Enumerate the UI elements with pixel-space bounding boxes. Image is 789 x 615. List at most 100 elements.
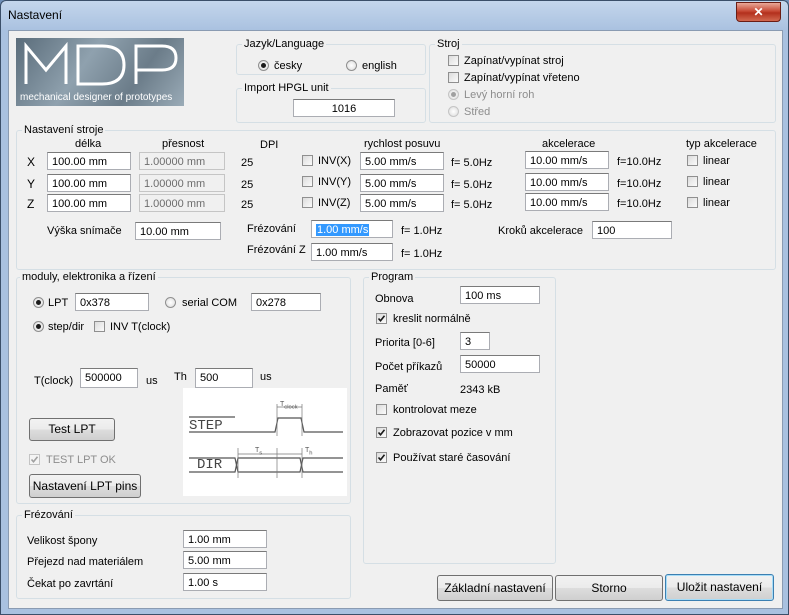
axis-x-label: X bbox=[27, 155, 36, 169]
axis-x-freq: f= 5.0Hz bbox=[451, 157, 493, 169]
dpi-header: DPI bbox=[260, 139, 279, 151]
axis-x-accel-input[interactable]: 10.00 mm/s bbox=[525, 151, 609, 169]
priority-input[interactable]: 3 bbox=[460, 332, 490, 350]
show-pos-mm-label[interactable]: Zobrazovat pozice v mm bbox=[393, 426, 513, 440]
machine-group: Stroj Zapínat/vypínat stroj Zapínat/vypí… bbox=[429, 38, 776, 123]
over-material-input[interactable]: 5.00 mm bbox=[183, 551, 267, 569]
accel-header: akcelerace bbox=[542, 138, 596, 150]
priority-label: Priorita [0-6] bbox=[375, 337, 435, 349]
accel-steps-input[interactable]: 100 bbox=[592, 221, 672, 239]
czech-label[interactable]: česky bbox=[274, 59, 302, 73]
dir-signal-label: DIR bbox=[197, 457, 223, 473]
axis-y-length-input[interactable]: 100.00 mm bbox=[47, 174, 131, 192]
milling-z-speed-input[interactable]: 1.00 mm/s bbox=[311, 243, 393, 261]
axis-x-inv-label[interactable]: INV(X) bbox=[318, 154, 351, 168]
axis-y-inv-checkbox[interactable] bbox=[302, 176, 313, 187]
accel-steps-label: Kroků akcelerace bbox=[498, 225, 583, 237]
axis-y-accel-freq: f=10.0Hz bbox=[617, 178, 662, 190]
axis-y-linear-checkbox[interactable] bbox=[687, 176, 698, 187]
hpgl-unit-input[interactable]: 1016 bbox=[293, 99, 395, 117]
axis-x-linear-checkbox[interactable] bbox=[687, 155, 698, 166]
old-timing-checkbox[interactable] bbox=[376, 452, 387, 463]
top-left-radio[interactable] bbox=[448, 89, 459, 100]
axis-z-speed-input[interactable]: 5.00 mm/s bbox=[360, 194, 444, 212]
axis-z-length-input[interactable]: 100.00 mm bbox=[47, 194, 131, 212]
milling-freq: f= 1.0Hz bbox=[401, 225, 443, 237]
show-pos-mm-checkbox[interactable] bbox=[376, 427, 387, 438]
axis-z-linear-label[interactable]: linear bbox=[703, 196, 730, 210]
axis-x-inv-checkbox[interactable] bbox=[302, 155, 313, 166]
axis-z-freq: f= 5.0Hz bbox=[451, 199, 493, 211]
chip-size-label: Velikost špony bbox=[27, 535, 98, 547]
check-limits-checkbox[interactable] bbox=[376, 404, 387, 415]
test-lpt-button[interactable]: Test LPT bbox=[29, 418, 115, 441]
toggle-spindle-label[interactable]: Zapínat/vypínat vřeteno bbox=[464, 71, 580, 85]
milling-z-freq: f= 1.0Hz bbox=[401, 248, 443, 260]
checkmark-icon bbox=[30, 456, 39, 464]
hpgl-group: Import HPGL unit 1016 bbox=[236, 82, 426, 123]
cancel-button[interactable]: Storno bbox=[555, 575, 663, 601]
old-timing-label[interactable]: Používat staré časování bbox=[393, 451, 510, 465]
serial-com-label[interactable]: serial COM bbox=[182, 296, 237, 310]
sensor-height-input[interactable]: 10.00 mm bbox=[135, 222, 221, 240]
tclock-label: T(clock) bbox=[34, 375, 74, 387]
axis-y-label: Y bbox=[27, 177, 36, 191]
sensor-height-label: Výška snímače bbox=[47, 225, 122, 237]
close-button[interactable]: ✕ bbox=[736, 2, 781, 22]
draw-normal-label[interactable]: kreslit normálně bbox=[393, 312, 471, 326]
axis-y-speed-input[interactable]: 5.00 mm/s bbox=[360, 174, 444, 192]
lpt-radio[interactable] bbox=[33, 297, 44, 308]
axis-z-linear-checkbox[interactable] bbox=[687, 197, 698, 208]
step-dir-label[interactable]: step/dir bbox=[48, 320, 84, 334]
axis-x-length-input[interactable]: 100.00 mm bbox=[47, 152, 131, 170]
precision-header: přesnost bbox=[162, 138, 205, 150]
center-radio[interactable] bbox=[448, 106, 459, 117]
axis-y-inv-label[interactable]: INV(Y) bbox=[318, 175, 351, 189]
milling-legend: Frézování bbox=[22, 509, 75, 521]
save-button[interactable]: Uložit nastavení bbox=[665, 574, 774, 601]
serial-com-address-input[interactable]: 0x278 bbox=[251, 293, 321, 311]
axis-x-precision-input: 1.00000 mm bbox=[139, 152, 225, 170]
axis-z-inv-checkbox[interactable] bbox=[302, 197, 313, 208]
axis-x-speed-input[interactable]: 5.00 mm/s bbox=[360, 152, 444, 170]
top-left-label[interactable]: Levý horní roh bbox=[464, 88, 534, 102]
serial-com-radio[interactable] bbox=[165, 297, 176, 308]
english-radio[interactable] bbox=[346, 60, 357, 71]
inv-clock-checkbox[interactable] bbox=[94, 321, 105, 332]
center-label[interactable]: Střed bbox=[464, 105, 490, 119]
toggle-spindle-checkbox[interactable] bbox=[448, 72, 459, 83]
milling-group: Frézování Velikost špony 1.00 mm Přejezd… bbox=[16, 509, 351, 599]
refresh-input[interactable]: 100 ms bbox=[460, 286, 540, 304]
milling-speed-input[interactable]: 1.00 mm/s bbox=[311, 220, 393, 238]
check-limits-label[interactable]: kontrolovat meze bbox=[393, 403, 477, 417]
language-group: Jazyk/Language česky english bbox=[236, 38, 426, 75]
title-bar[interactable]: Nastavení ✕ bbox=[1, 1, 788, 29]
step-dir-radio[interactable] bbox=[33, 321, 44, 332]
milling-speed-value: 1.00 mm/s bbox=[316, 224, 370, 236]
english-label[interactable]: english bbox=[362, 59, 397, 73]
chip-size-input[interactable]: 1.00 mm bbox=[183, 530, 267, 548]
toggle-machine-checkbox[interactable] bbox=[448, 55, 459, 66]
test-lpt-ok-checkbox bbox=[29, 454, 40, 465]
timing-diagram-graphic bbox=[189, 404, 343, 478]
czech-radio[interactable] bbox=[258, 60, 269, 71]
lpt-label[interactable]: LPT bbox=[48, 296, 68, 310]
th-input[interactable]: 500 bbox=[195, 368, 253, 388]
tclock-input[interactable]: 500000 bbox=[80, 368, 138, 388]
axis-y-linear-label[interactable]: linear bbox=[703, 175, 730, 189]
toggle-machine-label[interactable]: Zapínat/vypínat stroj bbox=[464, 54, 564, 68]
commands-input[interactable]: 50000 bbox=[460, 355, 540, 373]
checkmark-icon bbox=[377, 429, 386, 437]
axis-z-inv-label[interactable]: INV(Z) bbox=[318, 196, 350, 210]
defaults-button[interactable]: Základní nastavení bbox=[437, 575, 553, 601]
axis-z-label: Z bbox=[27, 197, 35, 211]
axis-y-accel-input[interactable]: 10.00 mm/s bbox=[525, 173, 609, 191]
wait-after-drill-input[interactable]: 1.00 s bbox=[183, 573, 267, 591]
draw-normal-checkbox[interactable] bbox=[376, 313, 387, 324]
inv-clock-label[interactable]: INV T(clock) bbox=[110, 320, 170, 334]
machine-legend: Stroj bbox=[435, 38, 462, 50]
axis-x-linear-label[interactable]: linear bbox=[703, 154, 730, 168]
lpt-address-input[interactable]: 0x378 bbox=[75, 293, 149, 311]
axis-z-accel-input[interactable]: 10.00 mm/s bbox=[525, 193, 609, 211]
lpt-pins-button[interactable]: Nastavení LPT pins bbox=[29, 474, 141, 498]
